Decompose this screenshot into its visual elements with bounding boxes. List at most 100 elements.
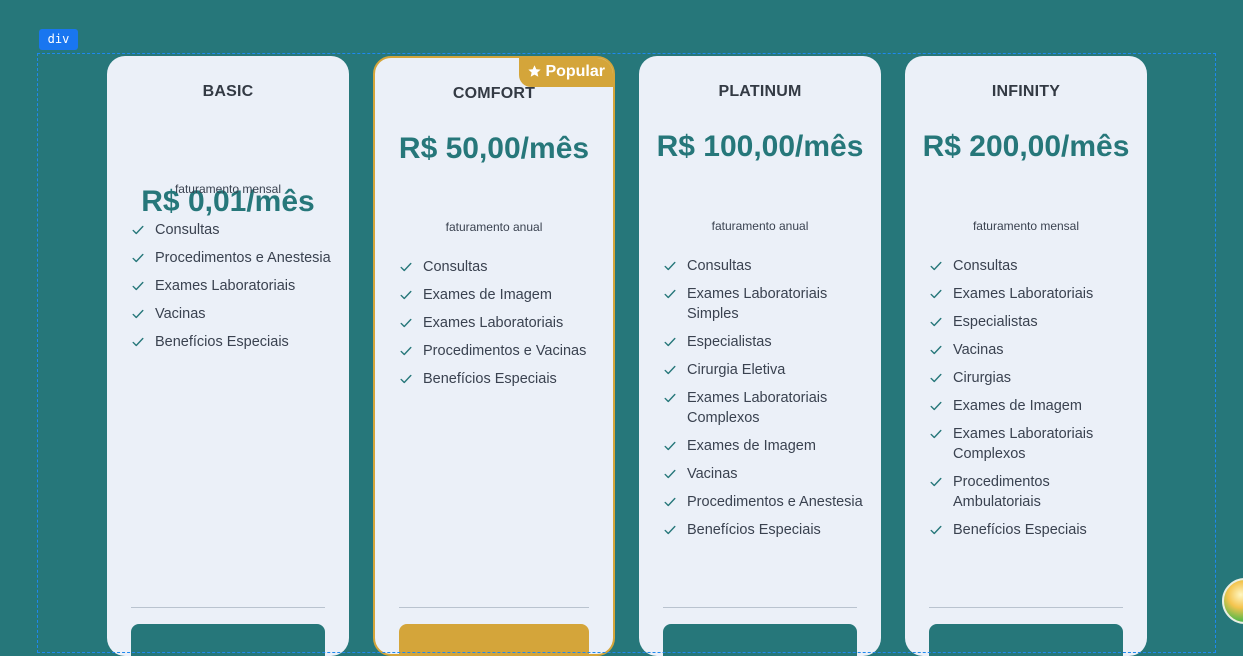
feature-label: Cirurgia Eletiva bbox=[687, 362, 786, 378]
feature-item: Exames de Imagem bbox=[929, 396, 1135, 416]
feature-item: Procedimentos e Anestesia bbox=[663, 492, 869, 512]
feature-item: Exames Laboratoriais Simples bbox=[663, 284, 869, 324]
feature-item: Consultas bbox=[929, 256, 1135, 276]
select-plan-button[interactable] bbox=[663, 624, 857, 656]
plan-card-platinum: PLATINUM R$ 100,00/mês faturamento anual… bbox=[639, 56, 881, 656]
feature-label: Consultas bbox=[687, 258, 752, 274]
feature-list: Consultas Procedimentos e Anestesia Exames… bbox=[131, 220, 337, 360]
plan-card-basic: BASIC R$ 0,01/mês faturamento mensal Con… bbox=[107, 56, 349, 656]
billing-period: faturamento mensal bbox=[174, 182, 282, 196]
feature-label: Exames de Imagem bbox=[423, 287, 552, 303]
check-icon bbox=[399, 313, 415, 333]
check-icon bbox=[663, 284, 679, 304]
check-icon bbox=[663, 332, 679, 352]
pricing-plans: BASIC R$ 0,01/mês faturamento mensal Con… bbox=[0, 0, 1243, 656]
billing-period: faturamento mensal bbox=[972, 219, 1080, 233]
plan-price: R$ 50,00/mês bbox=[398, 132, 590, 165]
check-icon bbox=[399, 285, 415, 305]
plan-price: R$ 200,00/mês bbox=[922, 130, 1130, 163]
feature-label: Exames Laboratoriais Complexos bbox=[687, 390, 828, 426]
feature-label: Especialistas bbox=[953, 314, 1038, 330]
billing-period: faturamento anual bbox=[445, 220, 543, 234]
billing-period: faturamento anual bbox=[711, 219, 809, 233]
check-icon bbox=[663, 360, 679, 380]
feature-item: Procedimentos e Anestesia bbox=[131, 248, 337, 268]
select-plan-button[interactable] bbox=[131, 624, 325, 656]
check-icon bbox=[929, 424, 945, 444]
check-icon bbox=[929, 472, 945, 492]
plan-price: R$ 100,00/mês bbox=[656, 130, 864, 163]
feature-label: Cirurgias bbox=[953, 370, 1012, 386]
feature-label: Exames Laboratoriais Complexos bbox=[953, 426, 1094, 462]
check-icon bbox=[131, 304, 147, 324]
check-icon bbox=[929, 520, 945, 540]
feature-label: Benefícios Especiais bbox=[953, 522, 1087, 538]
feature-label: Vacinas bbox=[953, 342, 1004, 358]
feature-label: Exames Laboratoriais bbox=[423, 315, 564, 331]
check-icon bbox=[929, 340, 945, 360]
feature-item: Exames de Imagem bbox=[663, 436, 869, 456]
check-icon bbox=[929, 256, 945, 276]
feature-list: Consultas Exames Laboratoriais Simples Esp… bbox=[663, 256, 869, 548]
check-icon bbox=[131, 332, 147, 352]
feature-label: Exames Laboratoriais bbox=[953, 286, 1094, 302]
check-icon bbox=[929, 396, 945, 416]
check-icon bbox=[663, 464, 679, 484]
check-icon bbox=[663, 520, 679, 540]
feature-label: Procedimentos e Anestesia bbox=[155, 250, 331, 266]
feature-label: Exames de Imagem bbox=[687, 438, 816, 454]
feature-label: Exames de Imagem bbox=[953, 398, 1082, 414]
feature-list: Consultas Exames de Imagem Exames Laborato… bbox=[399, 257, 601, 397]
check-icon bbox=[929, 284, 945, 304]
badge-label: Popular bbox=[545, 63, 605, 80]
divider bbox=[399, 607, 589, 608]
feature-label: Vacinas bbox=[687, 466, 738, 482]
feature-label: Especialistas bbox=[687, 334, 772, 350]
feature-item: Procedimentos e Vacinas bbox=[399, 341, 601, 361]
feature-item: Consultas bbox=[663, 256, 869, 276]
feature-item: Exames Laboratoriais bbox=[399, 313, 601, 333]
feature-label: Benefícios Especiais bbox=[423, 371, 557, 387]
star-icon bbox=[528, 65, 542, 77]
feature-item: Vacinas bbox=[929, 340, 1135, 360]
feature-label: Consultas bbox=[155, 222, 220, 238]
divider bbox=[663, 607, 857, 608]
feature-item: Cirurgia Eletiva bbox=[663, 360, 869, 380]
feature-item: Especialistas bbox=[663, 332, 869, 352]
check-icon bbox=[663, 492, 679, 512]
check-icon bbox=[131, 220, 147, 240]
plan-name: PLATINUM bbox=[718, 83, 802, 100]
feature-label: Consultas bbox=[423, 259, 488, 275]
divider bbox=[929, 607, 1123, 608]
feature-label: Procedimentos e Vacinas bbox=[423, 343, 587, 359]
feature-label: Procedimentos e Anestesia bbox=[687, 494, 863, 510]
feature-item: Exames Laboratoriais Complexos bbox=[663, 388, 869, 428]
check-icon bbox=[663, 256, 679, 276]
check-icon bbox=[929, 312, 945, 332]
feature-item: Exames de Imagem bbox=[399, 285, 601, 305]
feature-item: Exames Laboratoriais bbox=[929, 284, 1135, 304]
check-icon bbox=[399, 257, 415, 277]
feature-label: Procedimentos Ambulatoriais bbox=[953, 474, 1050, 510]
feature-item: Especialistas bbox=[929, 312, 1135, 332]
feature-label: Exames Laboratoriais Simples bbox=[687, 286, 828, 322]
feature-item: Consultas bbox=[131, 220, 337, 240]
check-icon bbox=[131, 248, 147, 268]
feature-label: Consultas bbox=[953, 258, 1018, 274]
check-icon bbox=[929, 368, 945, 388]
select-plan-button[interactable] bbox=[399, 624, 589, 654]
feature-item: Consultas bbox=[399, 257, 601, 277]
feature-item: Benefícios Especiais bbox=[399, 369, 601, 389]
plan-card-comfort: Popular COMFORT R$ 50,00/mês faturamento… bbox=[373, 56, 615, 656]
feature-item: Exames Laboratoriais Complexos bbox=[929, 424, 1135, 464]
plan-name: BASIC bbox=[202, 83, 254, 100]
check-icon bbox=[131, 276, 147, 296]
feature-label: Exames Laboratoriais bbox=[155, 278, 296, 294]
feature-label: Benefícios Especiais bbox=[687, 522, 821, 538]
divider bbox=[131, 607, 325, 608]
select-plan-button[interactable] bbox=[929, 624, 1123, 656]
feature-label: Vacinas bbox=[155, 306, 206, 322]
feature-label: Benefícios Especiais bbox=[155, 334, 289, 350]
plan-name: INFINITY bbox=[991, 83, 1061, 100]
check-icon bbox=[399, 341, 415, 361]
